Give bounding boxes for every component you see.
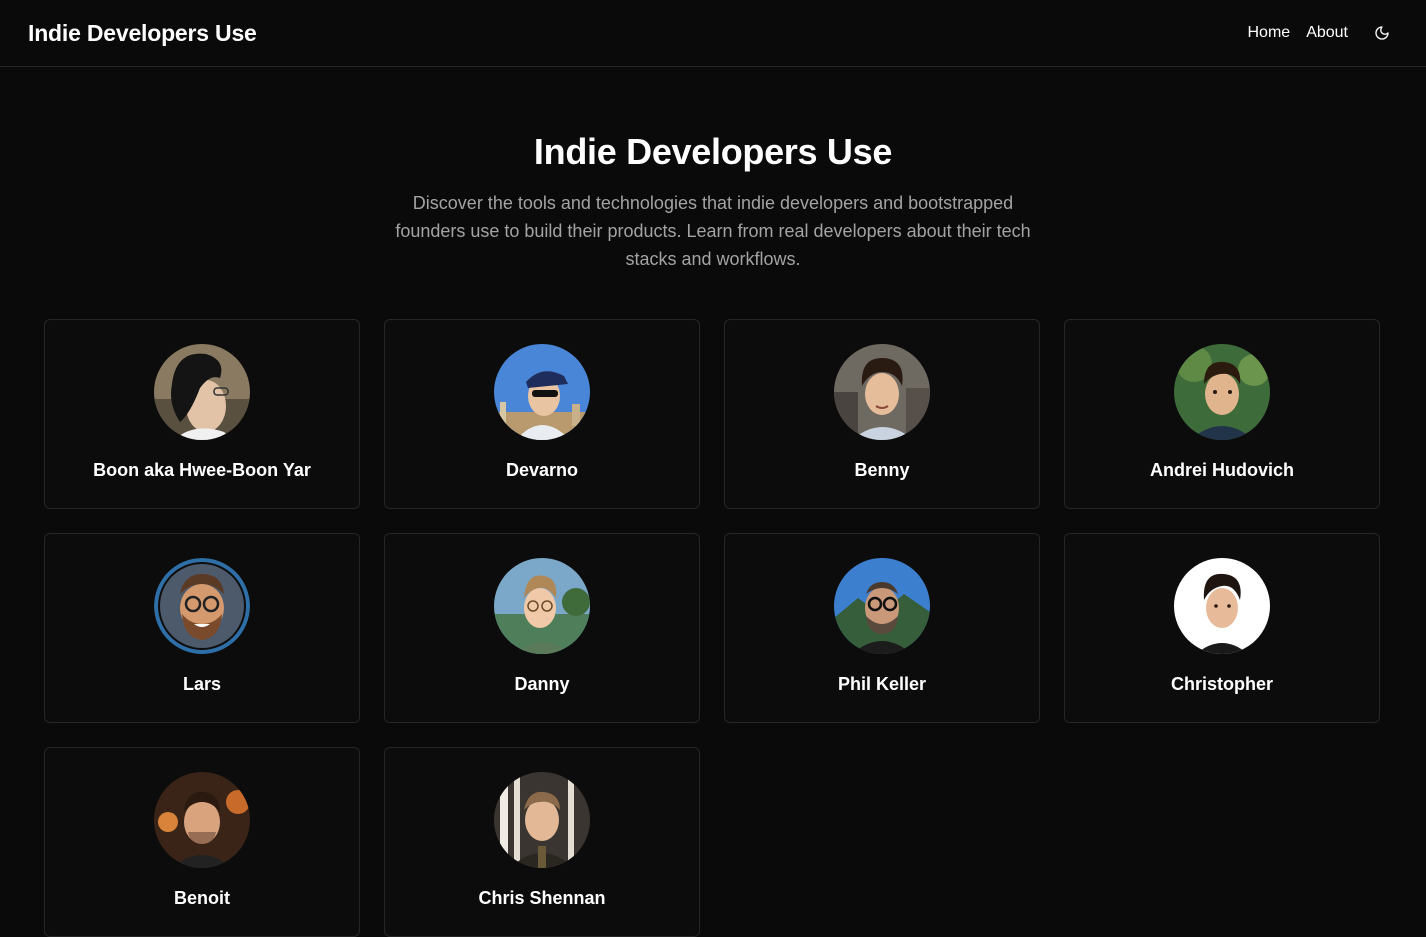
developer-card[interactable]: Boon aka Hwee-Boon Yar	[44, 319, 360, 509]
developer-name: Chris Shennan	[478, 888, 606, 908]
page-description: Discover the tools and technologies that…	[395, 193, 1031, 269]
theme-toggle-button[interactable]	[1366, 17, 1398, 49]
moon-icon	[1375, 26, 1389, 40]
main-nav: Home About	[1232, 17, 1399, 49]
developer-card[interactable]: Lars	[44, 533, 360, 723]
top-navbar: Indie Developers Use Home About	[0, 0, 1426, 67]
avatar	[494, 772, 590, 868]
hero-section: Indie Developers Use Discover the tools …	[0, 67, 1426, 273]
developer-name: Phil Keller	[837, 674, 927, 694]
developer-card[interactable]: Chris Shennan	[384, 747, 700, 937]
avatar	[1174, 558, 1270, 654]
developer-card[interactable]: Andrei Hudovich	[1064, 319, 1380, 509]
page-title: Indie Developers Use	[533, 131, 893, 172]
nav-about-link[interactable]: About	[1306, 24, 1348, 42]
developer-card[interactable]: Danny	[384, 533, 700, 723]
developer-card[interactable]: Christopher	[1064, 533, 1380, 723]
developer-name: Lars	[182, 674, 222, 694]
developer-name: Danny	[514, 674, 570, 694]
avatar	[154, 558, 250, 654]
developer-card[interactable]: Benoit	[44, 747, 360, 937]
avatar	[834, 558, 930, 654]
avatar	[154, 344, 250, 440]
nav-home-link[interactable]: Home	[1248, 24, 1291, 42]
developer-name: Christopher	[1170, 674, 1273, 694]
developer-card[interactable]: Benny	[724, 319, 1040, 509]
avatar	[494, 344, 590, 440]
developer-card[interactable]: Phil Keller	[724, 533, 1040, 723]
developer-grid: Boon aka Hwee-Boon Yar Devarno Benny And…	[44, 319, 1380, 937]
developer-name: Boon aka Hwee-Boon Yar	[93, 460, 311, 480]
avatar	[834, 344, 930, 440]
developer-card[interactable]: Devarno	[384, 319, 700, 509]
developer-name: Andrei Hudovich	[1149, 460, 1294, 480]
developer-name: Benny	[854, 460, 910, 480]
avatar	[1174, 344, 1270, 440]
avatar	[154, 772, 250, 868]
developer-name: Devarno	[505, 460, 579, 480]
avatar	[494, 558, 590, 654]
developer-name: Benoit	[174, 888, 230, 908]
site-logo-link[interactable]: Indie Developers Use	[28, 20, 257, 47]
